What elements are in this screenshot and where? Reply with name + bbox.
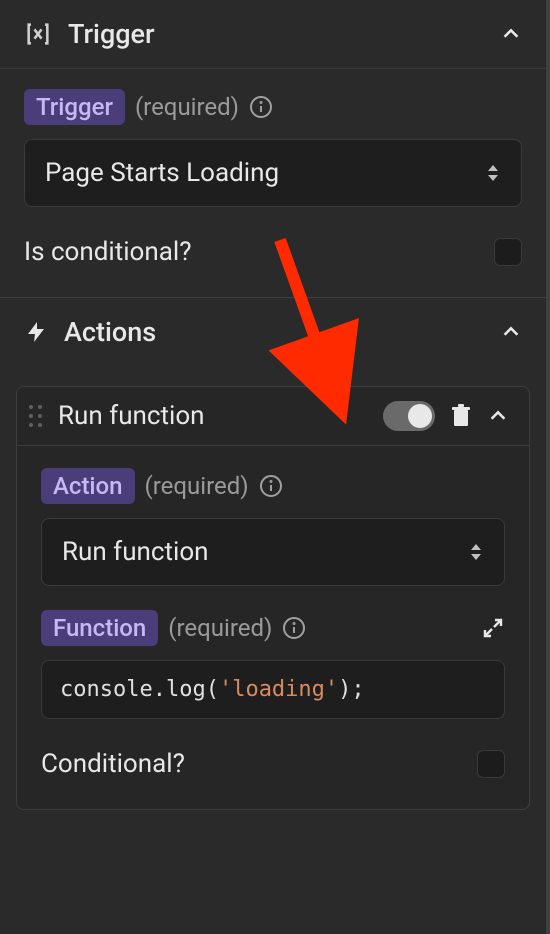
action-item-body: Action (required) Run function Function … xyxy=(17,446,529,809)
actions-section-header[interactable]: Actions xyxy=(0,298,546,366)
action-required-text: (required) xyxy=(145,472,249,500)
function-code-input[interactable]: console.log('loading'); xyxy=(41,660,505,719)
trigger-field-label-row: Trigger (required) xyxy=(24,89,522,125)
trigger-select-value: Page Starts Loading xyxy=(45,158,279,188)
action-conditional-row: Conditional? xyxy=(41,743,505,801)
code-string: 'loading' xyxy=(219,677,338,702)
chevron-up-icon[interactable] xyxy=(487,405,509,427)
trigger-conditional-checkbox[interactable] xyxy=(494,238,522,266)
function-field-label-row: Function (required) xyxy=(41,610,505,646)
trigger-required-text: (required) xyxy=(135,93,239,121)
action-item-title: Run function xyxy=(58,401,369,431)
chevron-up-icon xyxy=(500,321,522,343)
function-required-text: (required) xyxy=(168,614,272,642)
action-label-badge: Action xyxy=(41,468,135,504)
action-item-header: Run function xyxy=(17,387,529,446)
trigger-conditional-row: Is conditional? xyxy=(24,231,522,289)
trigger-section-title: Trigger xyxy=(68,18,484,50)
select-updown-icon xyxy=(468,542,484,562)
info-icon[interactable] xyxy=(249,95,273,119)
info-icon[interactable] xyxy=(259,474,283,498)
action-select[interactable]: Run function xyxy=(41,518,505,586)
drag-handle-icon[interactable] xyxy=(27,401,44,431)
action-field-label-row: Action (required) xyxy=(41,468,505,504)
actions-section-title: Actions xyxy=(64,316,484,348)
trigger-label-badge: Trigger xyxy=(24,89,125,125)
trigger-conditional-label: Is conditional? xyxy=(24,237,192,267)
action-conditional-label: Conditional? xyxy=(41,749,185,779)
lightning-icon xyxy=(24,320,48,344)
config-panel: Trigger Trigger (required) Page Starts L… xyxy=(0,0,550,934)
toggle-knob xyxy=(408,404,432,428)
action-select-value: Run function xyxy=(62,537,209,567)
action-enabled-toggle[interactable] xyxy=(383,401,435,431)
trigger-select[interactable]: Page Starts Loading xyxy=(24,139,522,207)
chevron-up-icon xyxy=(500,23,522,45)
expand-icon[interactable] xyxy=(481,616,505,640)
variable-icon xyxy=(24,20,52,48)
function-label-badge: Function xyxy=(41,610,158,646)
trigger-section-body: Trigger (required) Page Starts Loading I… xyxy=(0,69,546,297)
select-updown-icon xyxy=(485,163,501,183)
info-icon[interactable] xyxy=(282,616,306,640)
trash-icon[interactable] xyxy=(449,403,473,429)
code-prefix: console.log( xyxy=(60,677,219,702)
code-suffix: ); xyxy=(338,677,365,702)
trigger-section-header[interactable]: Trigger xyxy=(0,0,546,69)
action-conditional-checkbox[interactable] xyxy=(477,750,505,778)
action-item-card: Run function Action (required) xyxy=(16,386,530,810)
